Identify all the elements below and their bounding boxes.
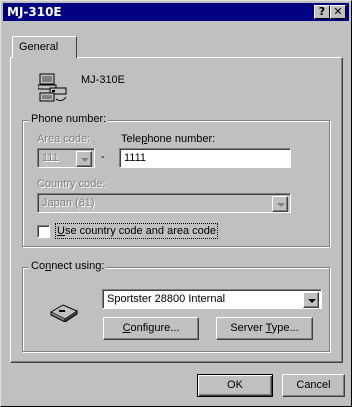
chevron-down-icon bbox=[81, 158, 89, 162]
ok-button[interactable]: OK bbox=[197, 374, 273, 397]
modem-dropdown-button[interactable] bbox=[303, 292, 319, 308]
tab-panel: MJ-310E Phone number: Area code: 111 - T… bbox=[10, 57, 343, 363]
telephone-number-input[interactable]: 1111 bbox=[119, 148, 291, 168]
server-type-button[interactable]: Server Type... bbox=[216, 317, 313, 340]
window-title: MJ-310E bbox=[7, 5, 62, 19]
title-bar[interactable]: MJ-310E ? ✕ bbox=[3, 3, 349, 21]
use-country-code-checkbox[interactable] bbox=[37, 225, 50, 238]
cancel-button[interactable]: Cancel bbox=[282, 374, 345, 397]
country-code-label: Country code: bbox=[37, 178, 106, 190]
modem-select[interactable]: Sportster 28800 Internal bbox=[102, 289, 322, 309]
connect-using-group-title: Connect using: bbox=[29, 260, 107, 272]
area-code-combo[interactable]: 111 bbox=[37, 148, 95, 168]
country-code-dropdown-button[interactable] bbox=[272, 196, 288, 212]
chevron-down-icon bbox=[277, 203, 285, 207]
country-code-combo[interactable]: Japan (81) bbox=[37, 193, 291, 213]
phone-number-group: Phone number: Area code: 111 - Telephone… bbox=[22, 113, 330, 247]
use-country-code-label[interactable]: Use country code and area code bbox=[55, 223, 218, 239]
configure-button[interactable]: Configure... bbox=[103, 317, 199, 340]
area-code-separator: - bbox=[101, 151, 105, 163]
area-code-label: Area code: bbox=[37, 133, 91, 145]
connect-using-group: Connect using: Sportster 28800 Internal … bbox=[22, 260, 330, 352]
area-code-dropdown-button[interactable] bbox=[76, 151, 92, 167]
modem-icon bbox=[49, 304, 79, 322]
properties-dialog: MJ-310E ? ✕ General MJ-310E Phone number… bbox=[0, 0, 352, 407]
modem-computer-icon bbox=[38, 73, 67, 102]
modem-value: Sportster 28800 Internal bbox=[107, 293, 226, 305]
telephone-number-label: Telephone number: bbox=[121, 133, 216, 145]
help-button[interactable]: ? bbox=[314, 5, 330, 19]
chevron-down-icon bbox=[308, 299, 316, 303]
close-button[interactable]: ✕ bbox=[330, 5, 346, 19]
phone-number-group-title: Phone number: bbox=[29, 113, 109, 125]
country-code-value: Japan (81) bbox=[42, 197, 95, 209]
device-name: MJ-310E bbox=[81, 74, 126, 86]
area-code-value: 111 bbox=[42, 152, 59, 164]
tab-general[interactable]: General bbox=[12, 36, 77, 58]
tab-general-label: General bbox=[19, 41, 59, 53]
telephone-number-value: 1111 bbox=[124, 152, 147, 164]
